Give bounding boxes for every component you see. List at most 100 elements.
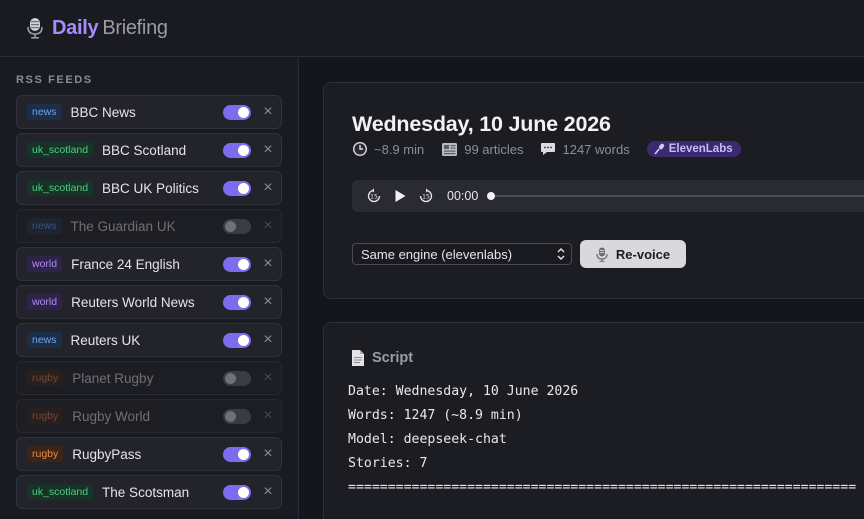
clock-icon — [353, 142, 367, 156]
feed-item[interactable]: rugby RugbyPass × — [16, 437, 282, 471]
close-icon[interactable]: × — [263, 218, 273, 234]
feed-list: news BBC News × uk_scotland BBC Scotland × uk_… — [16, 95, 282, 509]
close-icon[interactable]: × — [263, 370, 273, 386]
close-icon[interactable]: × — [263, 408, 273, 424]
feed-toggle[interactable] — [223, 104, 251, 120]
play-button[interactable] — [393, 189, 407, 203]
feed-tag: rugby — [27, 408, 64, 424]
script-line: ========================================… — [348, 480, 857, 495]
feed-toggle[interactable] — [223, 332, 251, 348]
sidebar-title: RSS FEEDS — [16, 74, 93, 86]
app-title-secondary: Briefing — [102, 16, 168, 39]
svg-text:15: 15 — [370, 194, 378, 201]
document-icon — [352, 350, 364, 366]
microphone-icon — [654, 143, 664, 155]
main-content: Wednesday, 10 June 2026 ~8.9 min 99 arti… — [300, 58, 864, 519]
feed-toggle[interactable] — [223, 408, 251, 424]
toggle-knob — [238, 182, 249, 194]
toggle-knob — [238, 106, 249, 118]
feed-item[interactable]: uk_scotland The Scotsman × — [16, 475, 282, 509]
chevron-up-down-icon — [557, 248, 565, 260]
revoice-button[interactable]: Re-voice — [580, 240, 686, 268]
engine-badge-label: ElevenLabs — [668, 143, 733, 155]
forward-15-icon: 15 — [419, 188, 433, 203]
feed-tag: uk_scotland — [27, 484, 94, 500]
feed-name: The Guardian UK — [70, 218, 176, 234]
briefing-title: Wednesday, 10 June 2026 — [352, 112, 611, 136]
close-icon[interactable]: × — [263, 180, 273, 196]
feed-item[interactable]: world France 24 English × — [16, 247, 282, 281]
script-heading: Script — [350, 349, 413, 367]
feed-item[interactable]: news BBC News × — [16, 95, 282, 129]
feed-toggle[interactable] — [223, 256, 251, 272]
app-title-primary: Daily — [52, 16, 99, 39]
feed-toggle[interactable] — [223, 446, 251, 462]
feed-toggle[interactable] — [223, 370, 251, 386]
feed-name: France 24 English — [71, 256, 180, 272]
app-header: Daily Briefing — [0, 0, 864, 57]
toggle-knob — [238, 296, 249, 308]
feed-name: Reuters UK — [70, 332, 141, 348]
toggle-knob — [225, 372, 236, 384]
sidebar: RSS FEEDS news BBC News × uk_scotland BBC Sc… — [0, 58, 299, 519]
progress-track[interactable] — [491, 195, 864, 197]
microphone-icon — [596, 247, 608, 262]
feed-item[interactable]: world Reuters World News × — [16, 285, 282, 319]
feed-name: Planet Rugby — [72, 370, 154, 386]
close-icon[interactable]: × — [263, 142, 273, 158]
play-icon — [395, 190, 406, 202]
progress-scrubber[interactable] — [487, 192, 495, 200]
feed-name: BBC News — [70, 104, 136, 120]
feed-item[interactable]: news Reuters UK × — [16, 323, 282, 357]
duration-meta: ~8.9 min — [352, 141, 424, 157]
script-body: Date: Wednesday, 10 June 2026 Words: 1247… — [348, 383, 856, 503]
rewind-15-button[interactable]: 15 — [366, 188, 382, 204]
feed-toggle[interactable] — [223, 294, 251, 310]
forward-15-button[interactable]: 15 — [418, 188, 434, 204]
newspaper-icon — [442, 142, 458, 156]
toggle-knob — [238, 448, 249, 460]
speech-bubble-icon — [541, 143, 556, 155]
engine-select[interactable]: Same engine (elevenlabs) — [352, 243, 572, 265]
feed-item[interactable]: news The Guardian UK × — [16, 209, 282, 243]
close-icon[interactable]: × — [263, 256, 273, 272]
script-line: Stories: 7 — [348, 456, 428, 471]
rewind-15-icon: 15 — [367, 188, 381, 203]
script-line: Model: deepseek-chat — [348, 432, 507, 447]
feed-item[interactable]: rugby Planet Rugby × — [16, 361, 282, 395]
toggle-knob — [238, 258, 249, 270]
articles-meta: 99 articles — [441, 142, 523, 157]
feed-tag: world — [27, 256, 63, 272]
close-icon[interactable]: × — [263, 484, 273, 500]
feed-tag: world — [27, 294, 63, 310]
engine-select-value: Same engine (elevenlabs) — [361, 246, 513, 262]
feed-tag: news — [27, 218, 62, 234]
microphone-icon — [26, 17, 44, 39]
feed-toggle[interactable] — [223, 142, 251, 158]
words-meta: 1247 words — [540, 141, 630, 157]
articles-text: 99 articles — [464, 141, 524, 157]
close-icon[interactable]: × — [263, 446, 273, 462]
close-icon[interactable]: × — [263, 332, 273, 348]
engine-badge: ElevenLabs — [646, 141, 741, 157]
feed-item[interactable]: uk_scotland BBC Scotland × — [16, 133, 282, 167]
script-title: Script — [372, 350, 414, 366]
feed-tag: rugby — [27, 446, 64, 462]
feed-name: RugbyPass — [72, 446, 142, 462]
feed-tag: rugby — [27, 370, 64, 386]
briefing-meta: ~8.9 min 99 articles 1247 words ElevenLa… — [352, 141, 741, 157]
toggle-knob — [238, 144, 249, 156]
svg-text:15: 15 — [422, 194, 430, 201]
feed-item[interactable]: uk_scotland BBC UK Politics × — [16, 171, 282, 205]
feed-toggle[interactable] — [223, 218, 251, 234]
close-icon[interactable]: × — [263, 294, 273, 310]
feed-toggle[interactable] — [223, 180, 251, 196]
close-icon[interactable]: × — [263, 104, 273, 120]
audio-player: 15 15 00:00 — [352, 180, 864, 212]
feed-name: Reuters World News — [71, 294, 195, 310]
toggle-knob — [238, 486, 249, 498]
feed-toggle[interactable] — [223, 484, 251, 500]
revoice-button-label: Re-voice — [615, 246, 671, 262]
feed-item[interactable]: rugby Rugby World × — [16, 399, 282, 433]
briefing-card: Wednesday, 10 June 2026 ~8.9 min 99 arti… — [323, 82, 864, 299]
